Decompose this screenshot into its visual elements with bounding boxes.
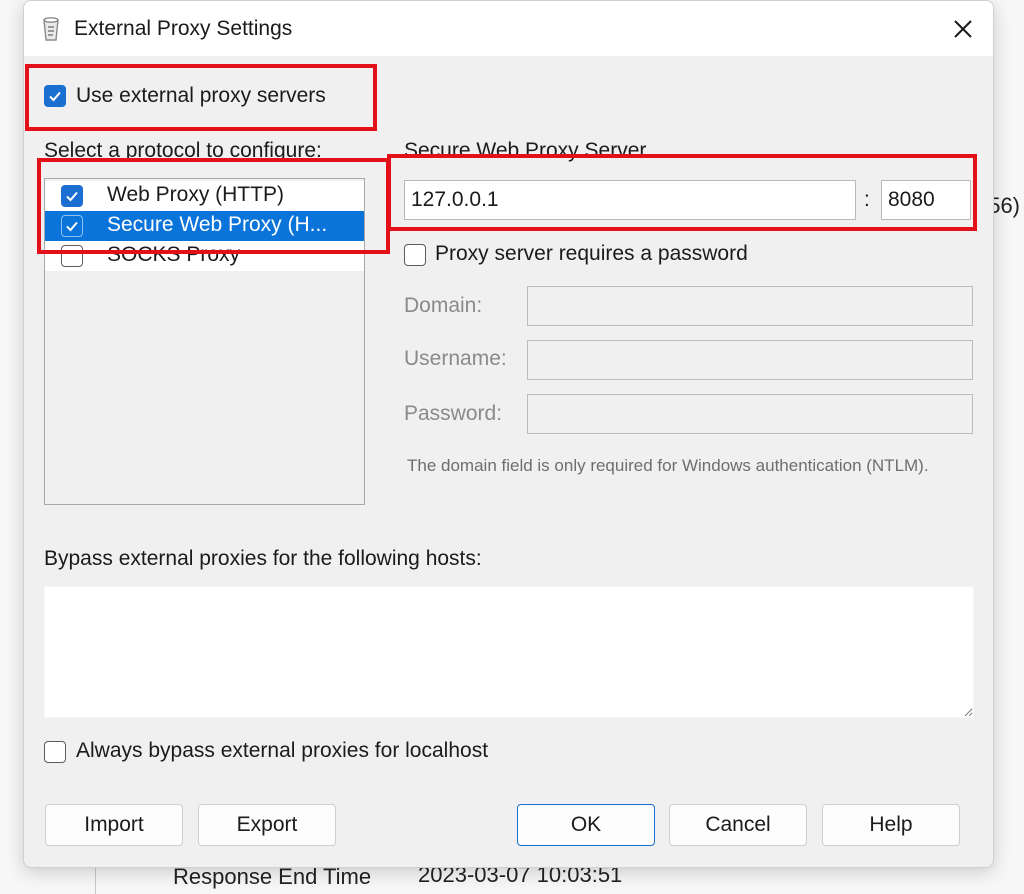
domain-field[interactable]	[527, 286, 973, 326]
domain-label: Domain:	[404, 294, 483, 317]
checkmark-icon	[66, 221, 78, 232]
proxy-server-heading: Secure Web Proxy Server	[404, 139, 647, 162]
password-field[interactable]	[527, 394, 973, 434]
checkmark-icon	[66, 191, 78, 202]
protocol-item-label: Web Proxy (HTTP)	[107, 183, 284, 206]
export-button[interactable]: Export	[198, 804, 336, 846]
import-button[interactable]: Import	[45, 804, 183, 846]
dialog-titlebar: External Proxy Settings	[24, 1, 993, 56]
proxy-host-input[interactable]	[404, 180, 856, 220]
ntlm-note: The domain field is only required for Wi…	[407, 456, 929, 475]
dialog-title: External Proxy Settings	[74, 17, 293, 40]
external-proxy-settings-dialog: External Proxy Settings Use external pro…	[23, 0, 994, 868]
protocol-list-heading: Select a protocol to configure:	[44, 139, 322, 162]
app-icon	[43, 17, 59, 41]
username-field[interactable]	[527, 340, 973, 380]
close-button[interactable]	[945, 11, 981, 47]
password-label: Password:	[404, 402, 503, 425]
protocol-item-web-proxy-http[interactable]: Web Proxy (HTTP)	[45, 181, 364, 211]
requires-password-label: Proxy server requires a password	[435, 242, 748, 265]
bypass-localhost-checkbox[interactable]	[44, 741, 66, 763]
close-icon	[954, 20, 972, 38]
protocol-list[interactable]: Web Proxy (HTTP) Secure Web Proxy (H... …	[44, 178, 365, 505]
host-port-separator: :	[864, 188, 870, 211]
requires-password-checkbox[interactable]	[404, 244, 426, 266]
protocol-socks-proxy-checkbox[interactable]	[61, 245, 83, 267]
bypass-hosts-textarea[interactable]	[44, 586, 974, 718]
protocol-item-secure-web-proxy[interactable]: Secure Web Proxy (H...	[45, 211, 364, 241]
protocol-item-label: Secure Web Proxy (H...	[107, 213, 328, 236]
checkmark-icon	[49, 91, 61, 102]
protocol-web-proxy-checkbox[interactable]	[61, 185, 83, 207]
username-label: Username:	[404, 347, 507, 370]
help-button[interactable]: Help	[822, 804, 960, 846]
use-external-proxy-checkbox[interactable]	[44, 85, 66, 107]
bypass-localhost-label: Always bypass external proxies for local…	[76, 739, 489, 762]
bypass-hosts-label: Bypass external proxies for the followin…	[44, 547, 482, 570]
protocol-item-socks-proxy[interactable]: SOCKS Proxy	[45, 241, 364, 271]
cancel-button[interactable]: Cancel	[669, 804, 807, 846]
use-external-proxy-label: Use external proxy servers	[76, 84, 326, 107]
protocol-item-label: SOCKS Proxy	[107, 243, 241, 266]
proxy-port-input[interactable]	[881, 180, 971, 220]
protocol-secure-web-proxy-checkbox[interactable]	[61, 215, 83, 237]
ok-button[interactable]: OK	[517, 804, 655, 846]
